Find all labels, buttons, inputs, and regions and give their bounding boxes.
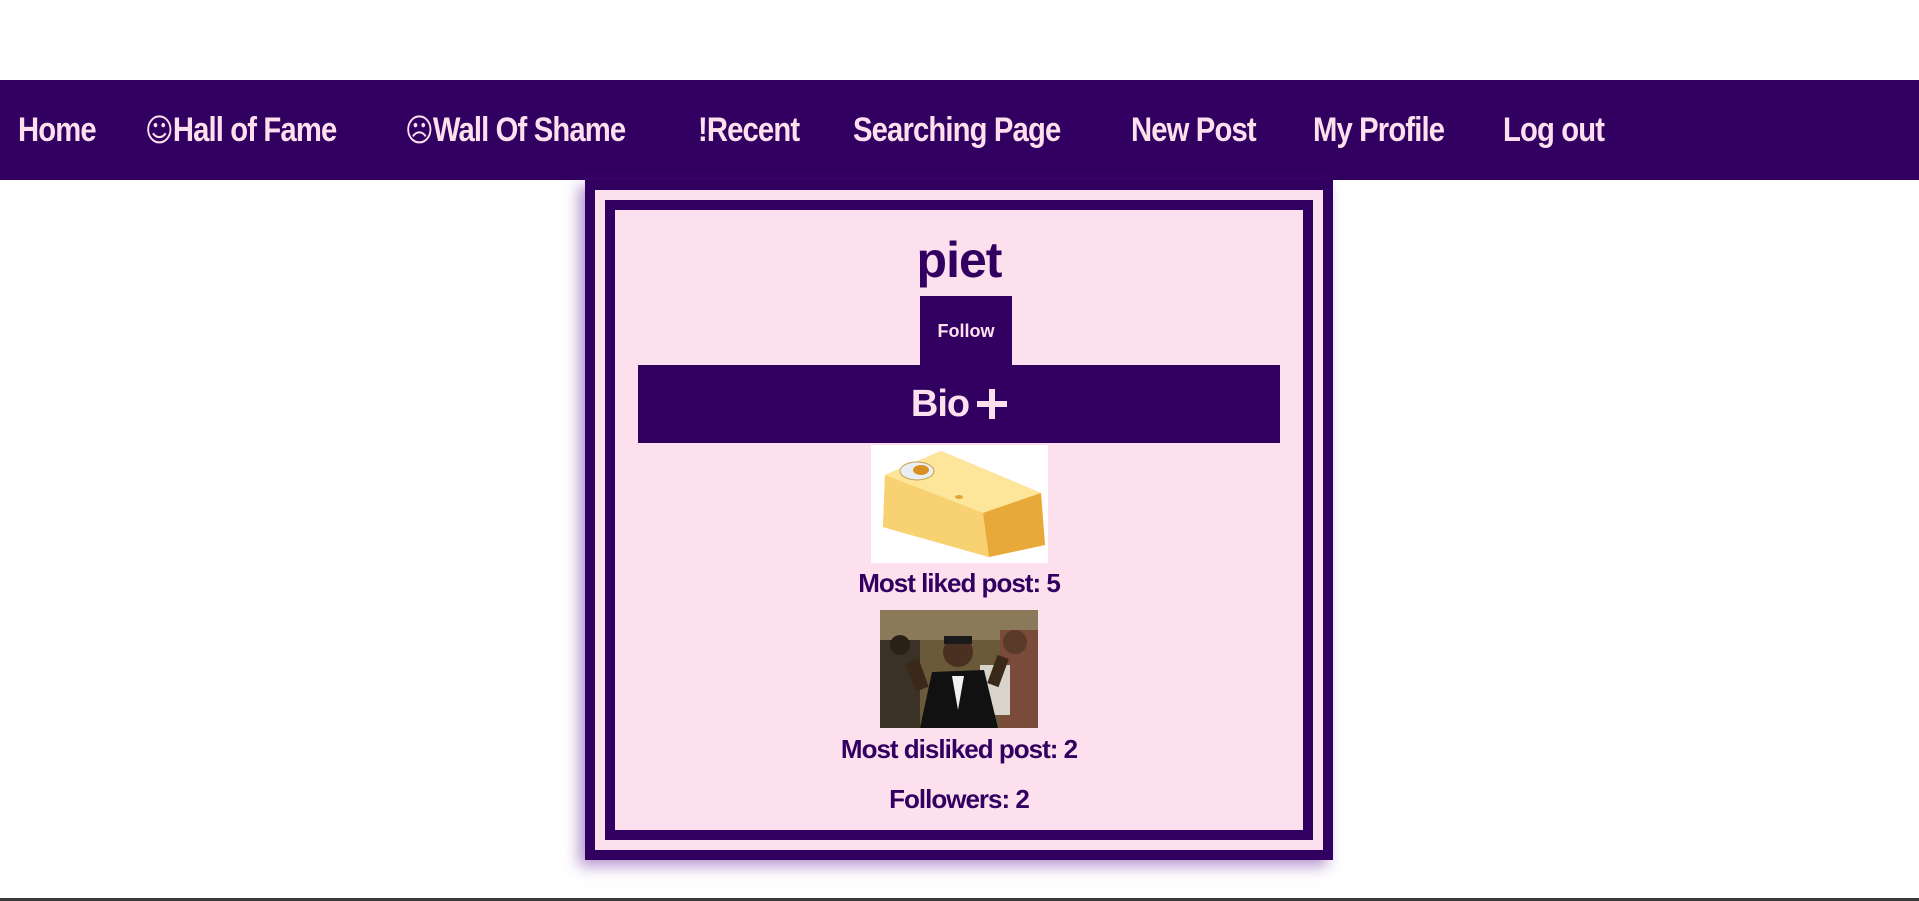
- top-navbar: Home ☺Hall of Fame ☹Wall Of Shame !Recen…: [0, 80, 1919, 180]
- most-liked-post-image[interactable]: [871, 445, 1048, 563]
- most-disliked-post-image[interactable]: [880, 610, 1038, 728]
- nav-log-out-label: Log out: [1502, 110, 1605, 149]
- nav-home-label: Home: [18, 110, 97, 149]
- nav-searching-page[interactable]: Searching Page: [852, 110, 1061, 150]
- nav-my-profile[interactable]: My Profile: [1313, 110, 1445, 150]
- nav-new-post[interactable]: New Post: [1130, 110, 1257, 150]
- nav-home[interactable]: Home: [18, 110, 97, 150]
- followers-count: Followers: 2: [889, 784, 1030, 814]
- most-liked-post-label: Most liked post: 5: [858, 568, 1061, 598]
- plus-icon: [977, 389, 1008, 419]
- frown-icon: ☹: [405, 110, 434, 149]
- profile-card-frame: piet Follow Bio Most liked post: 5 Most …: [585, 180, 1333, 860]
- nav-new-post-label: New Post: [1130, 110, 1257, 149]
- cheese-image: [871, 445, 1048, 563]
- smiley-icon: ☺: [145, 110, 174, 149]
- nav-my-profile-label: My Profile: [1313, 110, 1445, 149]
- bio-label: Bio: [910, 382, 970, 425]
- nav-recent-label: !Recent: [698, 110, 800, 149]
- nav-hall-of-fame[interactable]: ☺Hall of Fame: [145, 110, 337, 150]
- most-disliked-post-label: Most disliked post: 2: [840, 734, 1078, 764]
- profile-card: piet Follow Bio Most liked post: 5 Most …: [615, 210, 1303, 830]
- nav-recent[interactable]: !Recent: [698, 110, 800, 150]
- profile-username: piet: [916, 232, 1003, 288]
- nav-hall-of-fame-label: Hall of Fame: [173, 110, 337, 149]
- follow-button[interactable]: Follow: [920, 296, 1012, 366]
- follow-button-label: Follow: [937, 320, 995, 341]
- nav-wall-of-shame-label: Wall Of Shame: [432, 110, 626, 149]
- nav-wall-of-shame[interactable]: ☹Wall Of Shame: [405, 110, 626, 150]
- dancer-image: [880, 610, 1038, 728]
- nav-log-out[interactable]: Log out: [1502, 110, 1605, 150]
- bio-toggle[interactable]: Bio: [638, 365, 1280, 443]
- nav-searching-page-label: Searching Page: [852, 110, 1061, 149]
